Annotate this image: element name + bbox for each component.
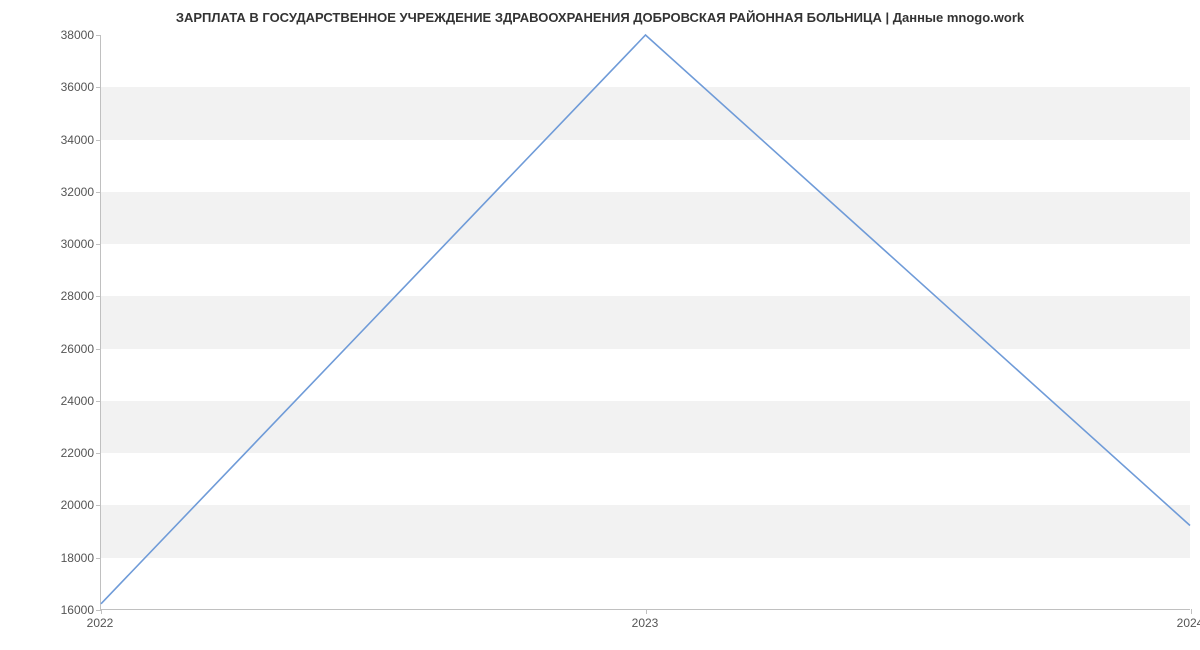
- plot-area: [100, 35, 1190, 610]
- x-tick-mark: [101, 609, 102, 614]
- x-tick-mark: [646, 609, 647, 614]
- y-tick-label: 24000: [4, 394, 94, 408]
- y-tick-mark: [96, 87, 101, 88]
- y-tick-mark: [96, 505, 101, 506]
- y-tick-label: 22000: [4, 446, 94, 460]
- y-tick-label: 32000: [4, 185, 94, 199]
- y-tick-label: 30000: [4, 237, 94, 251]
- y-tick-label: 38000: [4, 28, 94, 42]
- y-tick-mark: [96, 35, 101, 36]
- y-tick-label: 34000: [4, 133, 94, 147]
- x-tick-label: 2023: [632, 616, 659, 630]
- y-tick-mark: [96, 349, 101, 350]
- chart-title: ЗАРПЛАТА В ГОСУДАРСТВЕННОЕ УЧРЕЖДЕНИЕ ЗД…: [0, 10, 1200, 25]
- y-tick-label: 18000: [4, 551, 94, 565]
- y-tick-label: 28000: [4, 289, 94, 303]
- chart-container: ЗАРПЛАТА В ГОСУДАРСТВЕННОЕ УЧРЕЖДЕНИЕ ЗД…: [0, 0, 1200, 650]
- y-tick-label: 20000: [4, 498, 94, 512]
- y-tick-mark: [96, 296, 101, 297]
- x-tick-mark: [1191, 609, 1192, 614]
- x-tick-label: 2024: [1177, 616, 1200, 630]
- line-series: [101, 35, 1190, 609]
- x-tick-label: 2022: [87, 616, 114, 630]
- y-tick-mark: [96, 401, 101, 402]
- y-tick-label: 16000: [4, 603, 94, 617]
- y-tick-mark: [96, 244, 101, 245]
- data-line: [101, 35, 1190, 604]
- y-tick-mark: [96, 558, 101, 559]
- y-tick-label: 36000: [4, 80, 94, 94]
- y-tick-mark: [96, 453, 101, 454]
- y-tick-mark: [96, 192, 101, 193]
- y-tick-label: 26000: [4, 342, 94, 356]
- y-tick-mark: [96, 140, 101, 141]
